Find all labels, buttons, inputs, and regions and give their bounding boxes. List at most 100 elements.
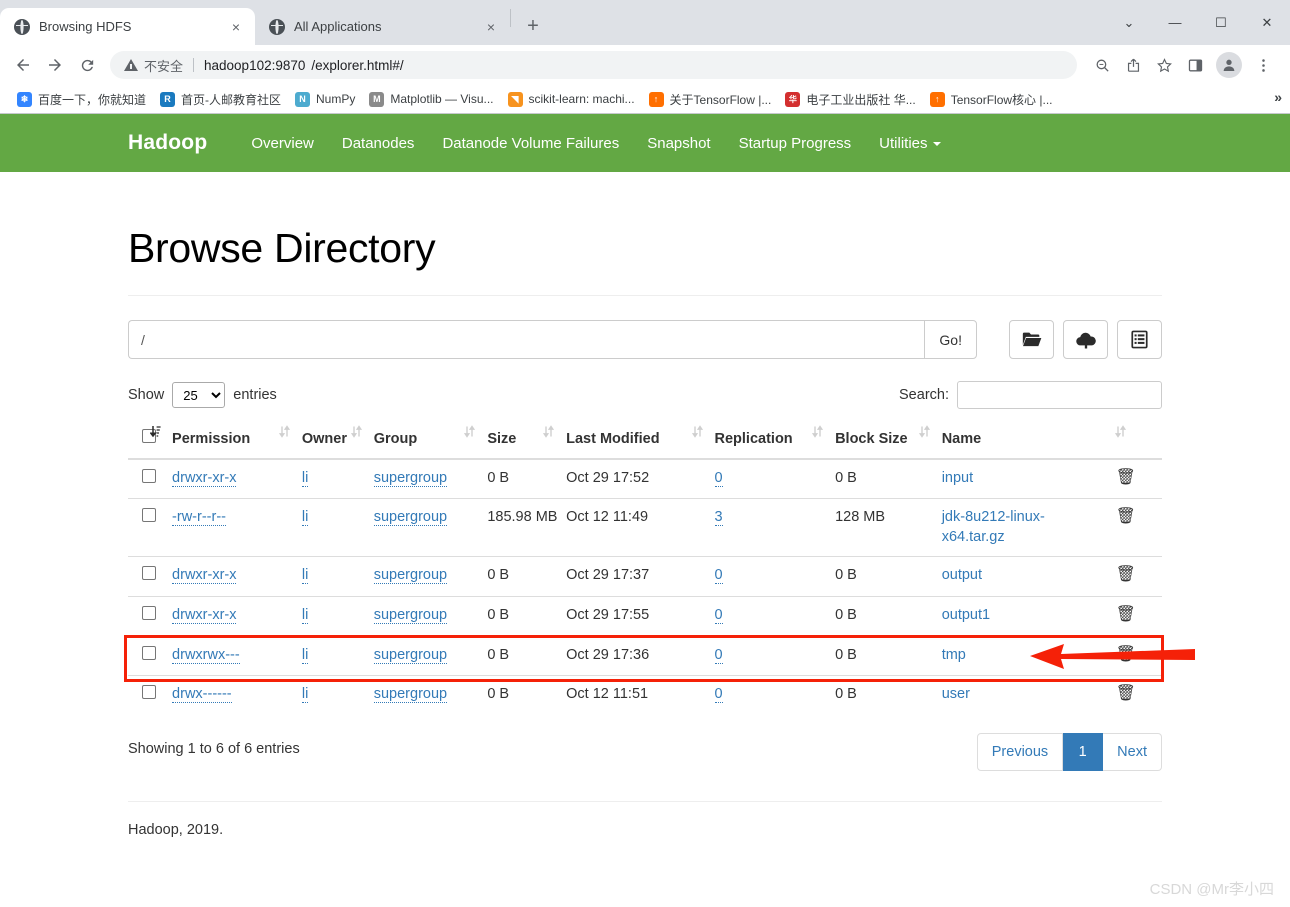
- zoom-icon[interactable]: [1087, 50, 1117, 80]
- row-checkbox[interactable]: [142, 566, 156, 581]
- close-window-button[interactable]: ✕: [1244, 7, 1290, 39]
- bookmark-item[interactable]: ❄ 百度一下，你就知道: [10, 88, 153, 111]
- forward-icon[interactable]: [40, 50, 70, 80]
- row-select-cell[interactable]: [128, 595, 173, 636]
- trash-icon[interactable]: 🗑: [1116, 646, 1136, 663]
- chrome-menu-icon[interactable]: [1248, 50, 1278, 80]
- maximize-button[interactable]: ☐: [1198, 7, 1244, 39]
- new-tab-button[interactable]: +: [519, 12, 547, 40]
- trash-icon[interactable]: 🗑: [1116, 509, 1136, 525]
- row-select-cell[interactable]: [128, 556, 173, 597]
- replication-link[interactable]: 3: [714, 509, 723, 527]
- permission-link[interactable]: drwx------: [172, 686, 232, 704]
- header-block-size[interactable]: Block Size: [835, 421, 942, 460]
- row-checkbox[interactable]: [142, 605, 156, 620]
- group-link[interactable]: supergroup: [373, 469, 448, 487]
- header-permission[interactable]: Permission: [172, 421, 302, 460]
- table-row[interactable]: drwxr-xr-x li supergroup 0 B Oct 29 17:3…: [128, 556, 1162, 597]
- profile-avatar[interactable]: [1216, 52, 1242, 78]
- table-row[interactable]: drwx------ li supergroup 0 B Oct 12 11:5…: [128, 675, 1162, 715]
- replication-link[interactable]: 0: [714, 646, 723, 664]
- nav-item-overview[interactable]: Overview: [237, 135, 328, 152]
- go-button[interactable]: Go!: [924, 320, 977, 359]
- header-owner[interactable]: Owner: [301, 421, 374, 460]
- row-select-cell[interactable]: [128, 635, 173, 676]
- nav-item-datanode-volume-failures[interactable]: Datanode Volume Failures: [428, 135, 633, 152]
- table-row[interactable]: drwxrwx--- li supergroup 0 B Oct 29 17:3…: [128, 635, 1162, 676]
- bookmark-item[interactable]: ↑ TensorFlow核心 |...: [923, 88, 1060, 111]
- replication-link[interactable]: 0: [714, 567, 723, 585]
- upload-files-button[interactable]: [1063, 320, 1108, 359]
- nav-item-utilities[interactable]: Utilities: [865, 135, 954, 152]
- cell-delete[interactable]: 🗑: [1115, 675, 1162, 715]
- bookmark-item[interactable]: M Matplotlib — Visu...: [362, 89, 500, 110]
- close-icon[interactable]: ×: [227, 18, 245, 36]
- row-checkbox[interactable]: [142, 468, 156, 483]
- group-link[interactable]: supergroup: [373, 686, 448, 704]
- bookmark-star-icon[interactable]: [1149, 50, 1179, 80]
- nav-item-snapshot[interactable]: Snapshot: [633, 135, 724, 152]
- row-checkbox[interactable]: [142, 685, 156, 700]
- owner-link[interactable]: li: [301, 509, 309, 527]
- back-icon[interactable]: [8, 50, 38, 80]
- bookmark-item[interactable]: ◥ scikit-learn: machi...: [501, 89, 642, 110]
- chrome-minimize-menu-icon[interactable]: ⌄: [1106, 7, 1152, 39]
- header-select-all[interactable]: [128, 421, 173, 460]
- replication-link[interactable]: 0: [714, 686, 723, 704]
- group-link[interactable]: supergroup: [373, 567, 448, 585]
- cell-delete[interactable]: 🗑: [1115, 498, 1162, 557]
- new-directory-button[interactable]: [1009, 320, 1054, 359]
- cut-paste-button[interactable]: [1117, 320, 1162, 359]
- header-replication[interactable]: Replication: [714, 421, 836, 460]
- cell-delete[interactable]: 🗑: [1116, 459, 1162, 499]
- header-name[interactable]: Name: [941, 421, 1126, 460]
- row-select-cell[interactable]: [128, 675, 173, 715]
- entries-per-page-select[interactable]: 25 50 100: [172, 382, 226, 408]
- group-link[interactable]: supergroup: [373, 646, 448, 664]
- trash-icon[interactable]: 🗑: [1116, 686, 1136, 702]
- trash-icon[interactable]: 🗑: [1116, 567, 1136, 583]
- file-name-link[interactable]: input: [942, 470, 973, 486]
- owner-link[interactable]: li: [301, 606, 309, 624]
- reload-icon[interactable]: [72, 50, 102, 80]
- side-panel-icon[interactable]: [1180, 50, 1210, 80]
- header-size[interactable]: Size: [487, 421, 567, 460]
- file-name-link[interactable]: jdk-8u212-linux-x64.tar.gz: [942, 509, 1045, 545]
- nav-item-startup-progress[interactable]: Startup Progress: [725, 135, 866, 152]
- owner-link[interactable]: li: [301, 469, 309, 487]
- owner-link[interactable]: li: [301, 567, 309, 585]
- browser-tab-browsing-hdfs[interactable]: Browsing HDFS ×: [0, 8, 255, 45]
- bookmark-item[interactable]: R 首页-人邮教育社区: [153, 88, 288, 111]
- cell-delete[interactable]: 🗑: [1115, 556, 1162, 597]
- bookmark-item[interactable]: ↑ 关于TensorFlow |...: [642, 88, 779, 111]
- table-row[interactable]: drwxr-xr-x li supergroup 0 B Oct 29 17:5…: [128, 595, 1162, 636]
- file-name-link[interactable]: output1: [942, 607, 990, 623]
- group-link[interactable]: supergroup: [373, 509, 448, 527]
- pagination-next[interactable]: Next: [1103, 732, 1162, 771]
- header-group[interactable]: Group: [373, 421, 488, 460]
- file-name-link[interactable]: user: [942, 686, 970, 702]
- replication-link[interactable]: 0: [714, 469, 723, 487]
- share-icon[interactable]: [1118, 50, 1148, 80]
- row-select-cell[interactable]: [128, 459, 172, 499]
- permission-link[interactable]: -rw-r--r--: [172, 509, 226, 527]
- bookmark-item[interactable]: 华电子工业出版社 华...: [778, 88, 922, 111]
- permission-link[interactable]: drwxrwx---: [172, 646, 240, 664]
- cell-delete[interactable]: 🗑: [1115, 595, 1162, 636]
- cell-delete[interactable]: 🗑: [1115, 635, 1162, 676]
- owner-link[interactable]: li: [301, 646, 309, 664]
- group-link[interactable]: supergroup: [373, 606, 448, 624]
- browser-tab-all-applications[interactable]: All Applications ×: [255, 8, 510, 45]
- row-checkbox[interactable]: [142, 508, 156, 523]
- hadoop-brand[interactable]: Hadoop: [128, 131, 207, 155]
- table-row[interactable]: drwxr-xr-x li supergroup 0 B Oct 29 17:5…: [128, 459, 1162, 499]
- row-select-cell[interactable]: [128, 498, 173, 557]
- search-input[interactable]: [957, 381, 1162, 409]
- owner-link[interactable]: li: [301, 686, 309, 704]
- row-checkbox[interactable]: [142, 645, 156, 660]
- permission-link[interactable]: drwxr-xr-x: [172, 567, 237, 585]
- nav-item-datanodes[interactable]: Datanodes: [328, 135, 429, 152]
- trash-icon[interactable]: 🗑: [1116, 606, 1136, 623]
- trash-icon[interactable]: 🗑: [1116, 469, 1136, 486]
- file-name-link[interactable]: tmp: [942, 647, 966, 663]
